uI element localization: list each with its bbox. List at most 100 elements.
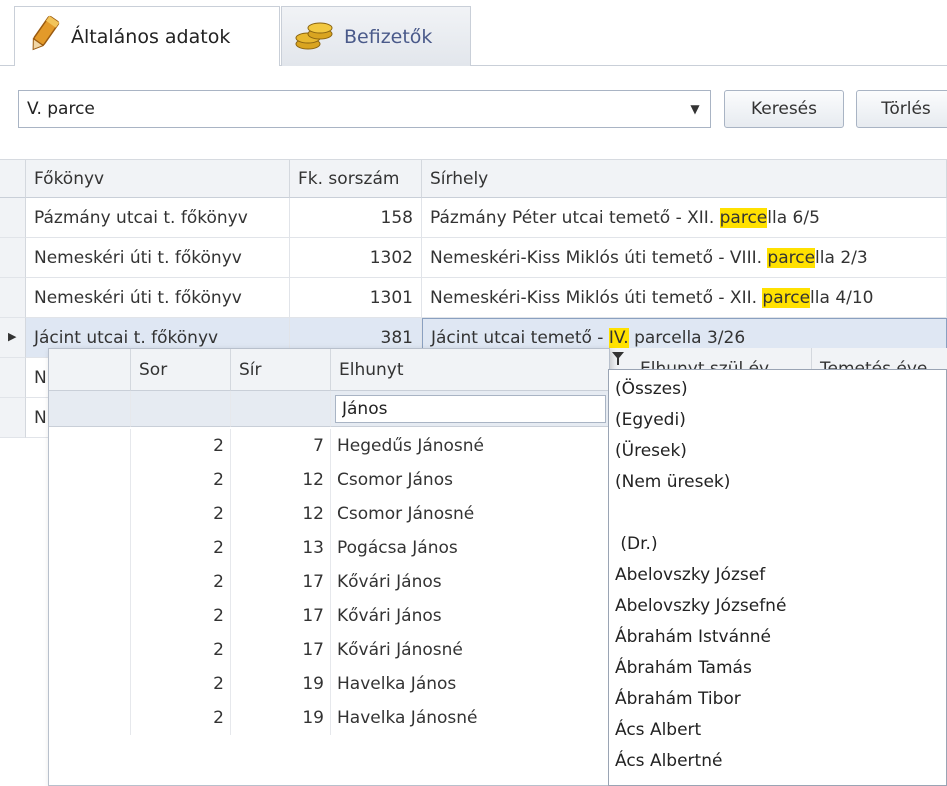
row-indicator[interactable] <box>0 278 26 318</box>
cell-elhunyt[interactable]: Csomor Jánosné <box>331 497 609 531</box>
clear-button[interactable]: Törlés <box>856 90 947 128</box>
filter-list-item[interactable]: Ács Albert <box>615 715 701 745</box>
row-indicator[interactable] <box>0 358 26 398</box>
filter-list-item[interactable]: Ábrahám Tamás <box>615 653 752 683</box>
column-header-elhunyt[interactable]: Elhunyt <box>331 349 609 391</box>
filter-list-item[interactable]: (Üresek) <box>615 436 687 466</box>
cell-blank[interactable] <box>49 497 131 531</box>
cell-sor[interactable]: 2 <box>131 497 231 531</box>
cell-fokonyv: Pázmány utcai t. főkönyv <box>26 198 290 238</box>
filter-cell-elhunyt[interactable] <box>331 391 609 427</box>
tab-bar: Általános adatok Befizetők <box>0 0 947 66</box>
cell-sir[interactable]: 12 <box>231 463 331 497</box>
sirhely-text: Nemeskéri-Kiss Miklós úti temető - XII. <box>430 288 763 308</box>
cell-blank[interactable] <box>49 429 131 463</box>
row-pointer-icon: ▶ <box>8 330 17 343</box>
cell-sir[interactable]: 19 <box>231 667 331 701</box>
cell-blank[interactable] <box>49 565 131 599</box>
cell-elhunyt[interactable]: Havelka János <box>331 667 609 701</box>
filter-list-item[interactable]: Abelovszky Józsefné <box>615 591 786 621</box>
table-row[interactable]: Nemeskéri úti t. főkönyv 1301 Nemeskéri-Ki… <box>26 278 947 318</box>
cell-sorszam: 1301 <box>290 278 422 318</box>
filter-list-item[interactable]: (Dr.) <box>615 529 657 559</box>
cell-blank[interactable] <box>49 463 131 497</box>
filter-list-item[interactable]: (Nem üresek) <box>615 467 730 497</box>
cell-sir[interactable]: 17 <box>231 599 331 633</box>
cell-sor[interactable]: 2 <box>131 599 231 633</box>
row-indicator[interactable] <box>0 398 26 438</box>
search-highlight: parce <box>762 288 811 308</box>
cell-sor[interactable]: 2 <box>131 701 231 735</box>
cell-blank[interactable] <box>49 599 131 633</box>
cell-elhunyt[interactable]: Havelka Jánosné <box>331 701 609 735</box>
row-indicator-header <box>0 160 26 198</box>
cell-sor[interactable]: 2 <box>131 429 231 463</box>
cell-blank[interactable] <box>49 701 131 735</box>
cell-sir[interactable]: 17 <box>231 633 331 667</box>
tab-payers-label: Befizetők <box>344 25 433 48</box>
filter-cell-blank <box>49 391 131 427</box>
search-input[interactable] <box>19 91 680 127</box>
sirhely-text: Jácint utcai temető - <box>431 328 609 348</box>
search-highlight: IV. <box>608 328 629 348</box>
cell-blank[interactable] <box>49 667 131 701</box>
table-row[interactable]: Nemeskéri úti t. főkönyv 1302 Nemeskéri-Ki… <box>26 238 947 278</box>
pencil-icon <box>27 14 61 59</box>
cell-elhunyt[interactable]: Kővári Jánosné <box>331 633 609 667</box>
filter-list-item[interactable]: Ács Albertné <box>615 746 722 776</box>
cell-elhunyt[interactable]: Hegedűs Jánosné <box>331 429 609 463</box>
search-bar: ▼ Keresés Törlés <box>0 66 947 160</box>
filter-list-item[interactable]: (Összes) <box>615 374 688 404</box>
column-header-fokonyv[interactable]: Főkönyv <box>26 160 290 198</box>
cell-sir[interactable]: 19 <box>231 701 331 735</box>
column-header-sorszam[interactable]: Fk. sorszám <box>290 160 422 198</box>
cell-sor[interactable]: 2 <box>131 565 231 599</box>
column-header-blank <box>49 349 131 391</box>
search-button[interactable]: Keresés <box>724 90 844 128</box>
cell-elhunyt[interactable]: Kővári János <box>331 599 609 633</box>
cell-fokonyv: Nemeskéri úti t. főkönyv <box>26 238 290 278</box>
row-indicator[interactable] <box>0 198 26 238</box>
filter-list-item[interactable]: Ábrahám Istvánné <box>615 622 771 652</box>
cell-sir[interactable]: 12 <box>231 497 331 531</box>
search-combobox[interactable]: ▼ <box>18 90 711 128</box>
table-row[interactable]: Pázmány utcai t. főkönyv 158 Pázmány Péter… <box>26 198 947 238</box>
tab-general-data[interactable]: Általános adatok <box>14 6 280 66</box>
cell-elhunyt[interactable]: Pogácsa János <box>331 531 609 565</box>
filter-list-item[interactable]: Abelovszky József <box>615 560 765 590</box>
cell-sor[interactable]: 2 <box>131 633 231 667</box>
cell-elhunyt[interactable]: Csomor János <box>331 463 609 497</box>
column-header-sor[interactable]: Sor <box>131 349 231 391</box>
sirhely-text: lla 4/10 <box>810 288 874 308</box>
cell-sor[interactable]: 2 <box>131 667 231 701</box>
filter-cell-sor[interactable] <box>131 391 231 427</box>
cell-sorszam: 158 <box>290 198 422 238</box>
cell-sor[interactable]: 2 <box>131 463 231 497</box>
cell-blank[interactable] <box>49 531 131 565</box>
tab-payers[interactable]: Befizetők <box>281 6 471 66</box>
column-header-sirhely[interactable]: Sírhely <box>422 160 947 198</box>
filter-cell-sir[interactable] <box>231 391 331 427</box>
filter-list-item[interactable]: Ábrahám Tibor <box>615 684 741 714</box>
sirhely-text: parcella 3/26 <box>628 328 746 348</box>
filter-dropdown-list[interactable]: (Összes) (Egyedi) (Üresek) (Nem üresek) (Dr… <box>608 369 947 786</box>
cell-sirhely: Nemeskéri-Kiss Miklós úti temető - VIII.… <box>422 238 947 278</box>
cell-elhunyt[interactable]: Kővári János <box>331 565 609 599</box>
elhunyt-filter-input[interactable] <box>335 394 606 423</box>
row-indicator[interactable]: ▶ <box>0 318 26 358</box>
search-highlight: parce <box>767 248 816 268</box>
cell-fokonyv: Nemeskéri úti t. főkönyv <box>26 278 290 318</box>
filter-funnel-icon[interactable] <box>612 352 624 370</box>
chevron-down-icon[interactable]: ▼ <box>680 91 710 127</box>
cell-blank[interactable] <box>49 633 131 667</box>
cell-sir[interactable]: 17 <box>231 565 331 599</box>
cell-sir[interactable]: 7 <box>231 429 331 463</box>
cell-sor[interactable]: 2 <box>131 531 231 565</box>
tab-general-label: Általános adatok <box>71 25 231 48</box>
column-header-sir[interactable]: Sír <box>231 349 331 391</box>
sirhely-text: lla 6/5 <box>767 208 820 228</box>
cell-sir[interactable]: 13 <box>231 531 331 565</box>
filter-list-item[interactable]: (Egyedi) <box>615 405 686 435</box>
search-highlight: parce <box>719 208 768 228</box>
row-indicator[interactable] <box>0 238 26 278</box>
